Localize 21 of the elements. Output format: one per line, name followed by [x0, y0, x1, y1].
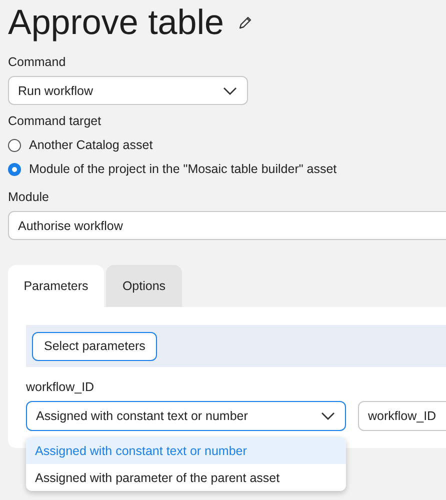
menu-option[interactable]: Assigned with constant text or number	[26, 437, 346, 464]
menu-option[interactable]: Assigned with parameter of the parent asset	[26, 464, 346, 491]
radio-label: Another Catalog asset	[29, 138, 153, 152]
chevron-down-icon	[321, 412, 335, 420]
field-label: Command	[8, 54, 67, 70]
assignment-dropdown[interactable]: Assigned with constant text or number	[26, 401, 346, 431]
radio-button[interactable]	[8, 138, 21, 152]
value-field[interactable]: workflow_ID	[358, 401, 446, 431]
field-label: Module	[8, 189, 50, 205]
field-label: Command target	[8, 113, 102, 129]
select-parameters-button[interactable]: Select parameters	[32, 332, 158, 360]
radio-button[interactable]	[8, 162, 21, 176]
tab[interactable]: Options	[106, 265, 182, 307]
command-dropdown[interactable]: Run workflow	[8, 76, 248, 105]
radio-label: Module of the project in the "Mosaic table builder" asset	[29, 162, 337, 176]
page-title: Approve table	[8, 2, 224, 44]
pencil-icon[interactable]	[238, 16, 252, 30]
chevron-down-icon	[223, 86, 237, 94]
parameter-label: workflow_ID	[26, 379, 96, 395]
tab[interactable]: Parameters	[8, 265, 104, 307]
module-field[interactable]: Authorise workflow	[8, 211, 446, 240]
